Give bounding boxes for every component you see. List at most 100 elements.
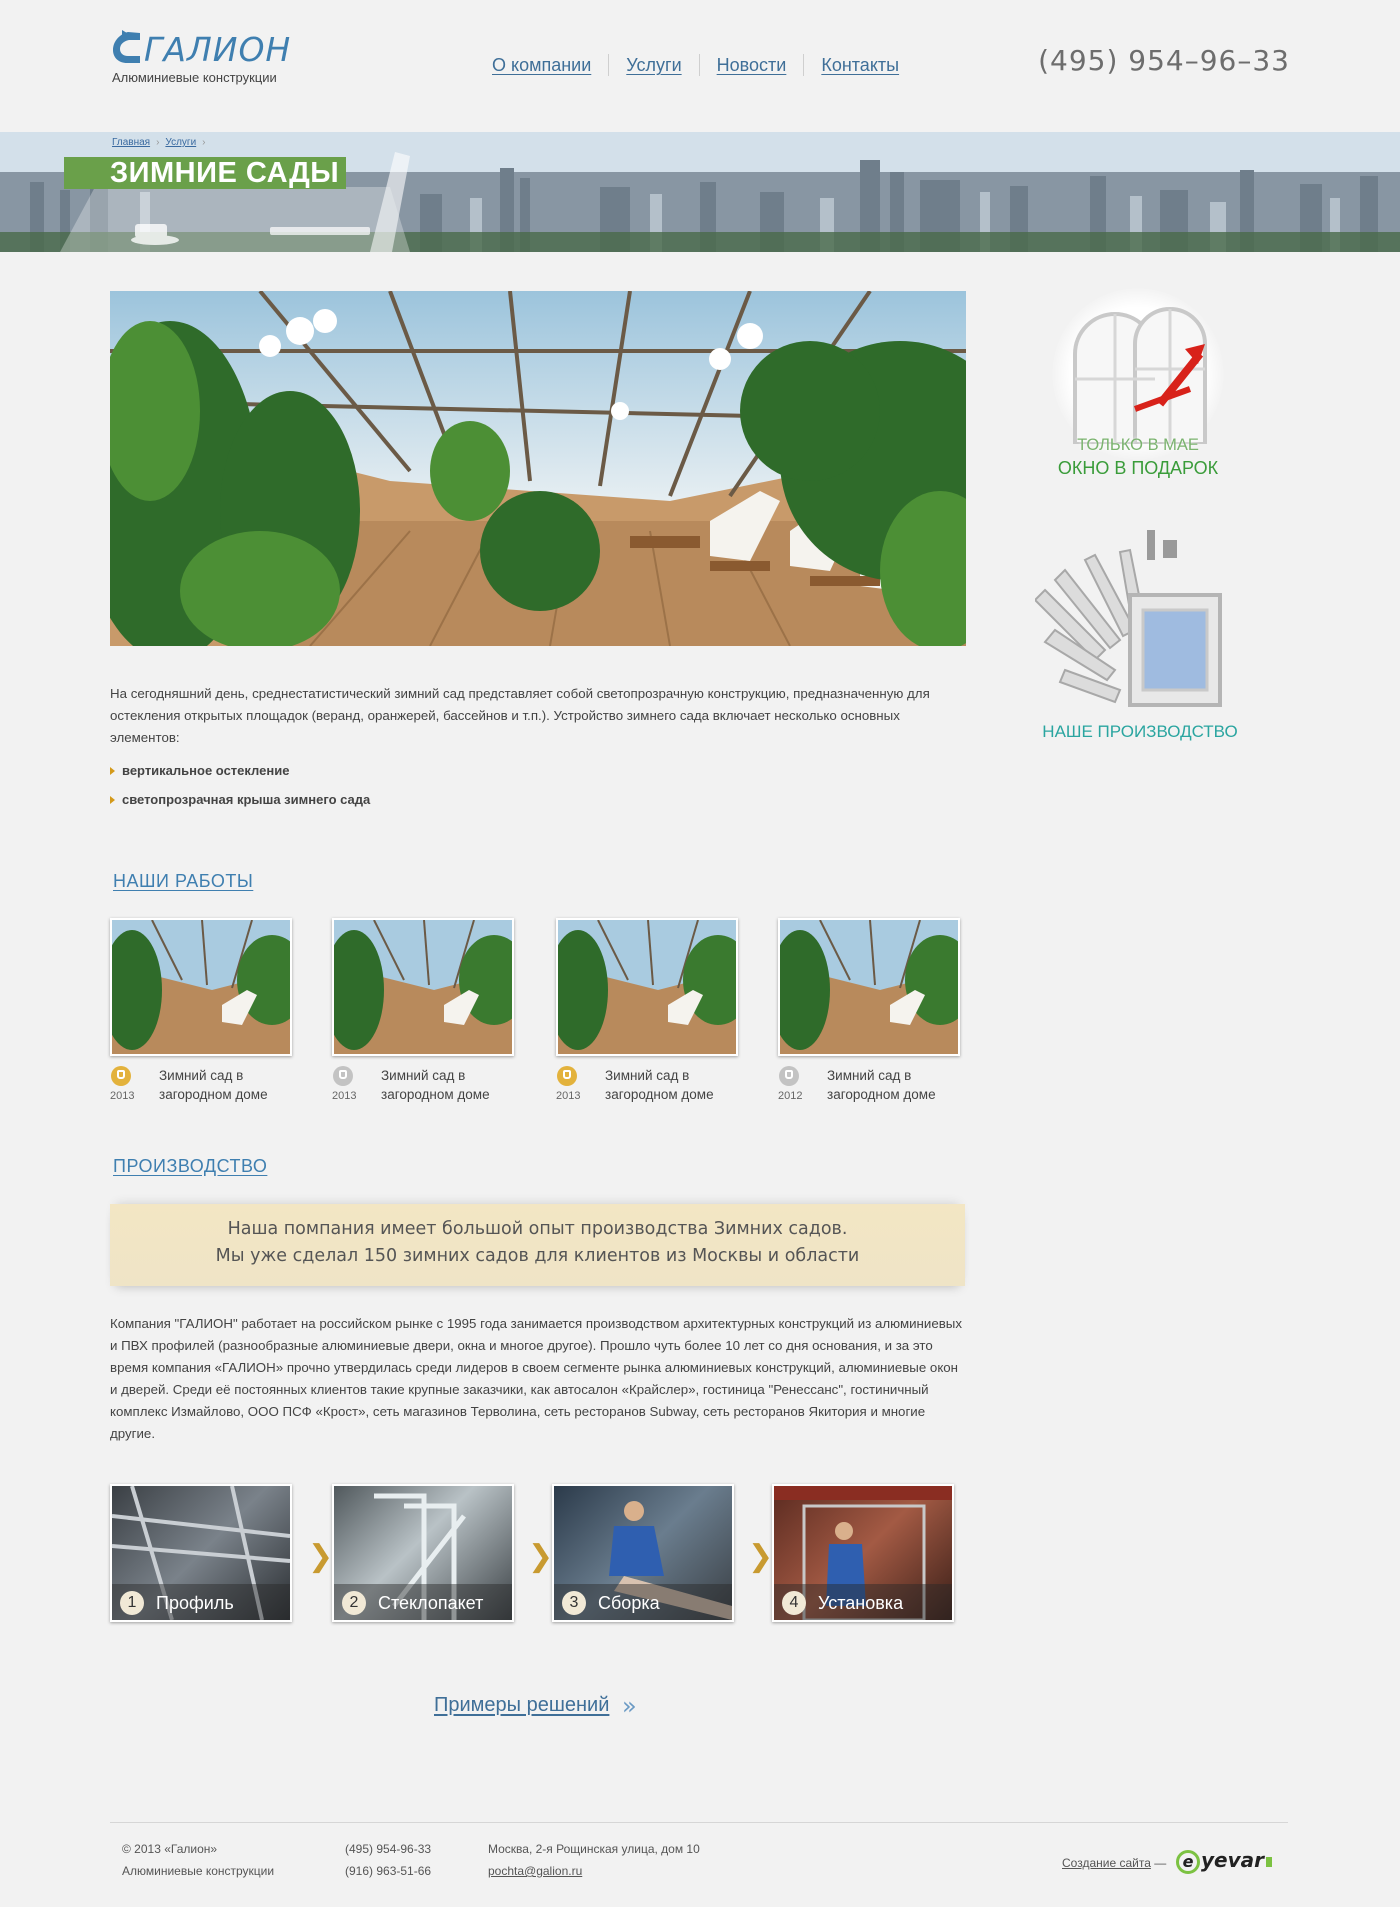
promo-subtitle: ТОЛЬКО В МАЕ <box>1077 436 1199 454</box>
about-company-text: Компания "ГАЛИОН" работает на российском… <box>110 1316 962 1441</box>
work-thumbnail-image <box>334 920 512 1054</box>
footer-phone: (495) 954-96-33 <box>345 1842 432 1856</box>
work-meta: 2013 Зимний сад в загородном доме <box>110 1064 292 1108</box>
bullet-arrow-icon <box>110 766 115 775</box>
step-caption: 3 Сборка <box>554 1584 732 1620</box>
eye-logo-icon: e <box>1176 1849 1200 1874</box>
step-arrow-icon: ❯ <box>528 1539 554 1574</box>
window-profiles-image <box>1035 530 1222 707</box>
thumbs-up-icon[interactable] <box>557 1066 577 1086</box>
promo-title: ОКНО В ПОДАРОК <box>1057 458 1219 478</box>
work-meta: 2012 Зимний сад в загородном доме <box>778 1064 960 1108</box>
nav-news[interactable]: Новости <box>698 54 804 76</box>
site-credit: Создание сайта — <box>1062 1856 1166 1870</box>
production-steps: 1 Профиль ❯ 2 Стеклопакет ❯ 3 Сборка ❯ 4… <box>110 1484 970 1624</box>
breadcrumb-services[interactable]: Услуги <box>165 137 196 148</box>
step-caption: 2 Стеклопакет <box>334 1584 512 1620</box>
step-number: 1 <box>120 1591 144 1615</box>
step-number: 3 <box>562 1591 586 1615</box>
work-thumbnail-image <box>780 920 958 1054</box>
work-year: 2012 <box>778 1090 803 1102</box>
quote-line: Наша помпания имеет большой опыт произво… <box>227 1219 848 1239</box>
intro-text: На сегодняшний день, среднестатистически… <box>110 686 930 745</box>
works-heading[interactable]: НАШИ РАБОТЫ <box>113 871 253 892</box>
header-phone: (495) 954–96–33 <box>1038 44 1290 77</box>
step-label: Сборка <box>598 1593 660 1613</box>
footer-divider <box>110 1822 1288 1823</box>
production-heading[interactable]: ПРОИЗВОДСТВО <box>113 1156 267 1177</box>
step-number: 4 <box>782 1591 806 1615</box>
step-arrow-icon: ❯ <box>308 1539 334 1574</box>
work-title[interactable]: Зимний сад в загородном доме <box>605 1066 735 1104</box>
nav-contacts[interactable]: Контакты <box>803 54 916 76</box>
promo-production[interactable]: НАШЕ ПРОИЗВОДСТВО <box>1030 530 1250 745</box>
examples-link[interactable]: Примеры решений <box>434 1694 609 1717</box>
thumbs-up-icon[interactable] <box>779 1066 799 1086</box>
site-header: ГАЛИОН Алюминиевые конструкции О компани… <box>0 0 1400 132</box>
feature-list: вертикальное остекление светопрозрачная … <box>110 756 370 814</box>
step-card[interactable]: 2 Стеклопакет <box>332 1484 514 1622</box>
work-meta: 2013 Зимний сад в загородном доме <box>556 1064 738 1108</box>
nav-about[interactable]: О компании <box>482 54 608 76</box>
studio-logo[interactable]: e yevar <box>1176 1848 1272 1874</box>
step-label: Профиль <box>156 1593 234 1613</box>
page-title: ЗИМНИЕ САДЫ <box>110 157 340 189</box>
work-card[interactable]: 2013 Зимний сад в загородном доме <box>556 918 738 1108</box>
work-card[interactable]: 2012 Зимний сад в загородном доме <box>778 918 960 1108</box>
credit-link[interactable]: Создание сайта <box>1062 1856 1151 1870</box>
logo-dot-icon <box>1266 1856 1272 1867</box>
breadcrumb-separator: › <box>202 137 206 148</box>
step-label: Стеклопакет <box>378 1593 484 1613</box>
arched-window-gift-image <box>1073 307 1207 444</box>
work-card[interactable]: 2013 Зимний сад в загородном доме <box>110 918 292 1108</box>
site-footer: © 2013 «Галион» Алюминиевые конструкции … <box>0 1838 1400 1898</box>
main-nav: О компании Услуги Новости Контакты <box>482 54 916 76</box>
step-arrow-icon: ❯ <box>748 1539 774 1574</box>
company-description: Алюминиевые конструкции <box>122 1864 275 1878</box>
breadcrumb-separator: › <box>156 137 160 148</box>
work-year: 2013 <box>110 1090 135 1102</box>
thumbs-up-icon[interactable] <box>111 1066 131 1086</box>
thumbs-up-icon[interactable] <box>333 1066 353 1086</box>
work-year: 2013 <box>332 1090 357 1102</box>
list-item-text: вертикальное остекление <box>122 763 290 778</box>
sail-logo-icon <box>113 30 140 63</box>
production-link[interactable]: НАШЕ ПРОИЗВОДСТВО <box>1030 722 1250 742</box>
work-title[interactable]: Зимний сад в загородном доме <box>381 1066 511 1104</box>
work-thumbnail[interactable] <box>556 918 738 1056</box>
winter-garden-image <box>110 291 966 646</box>
promo-window-gift[interactable]: ТОЛЬКО В МАЕ ОКНО В ПОДАРОК <box>1040 288 1236 488</box>
list-item: вертикальное остекление <box>110 756 370 785</box>
work-thumbnail[interactable] <box>778 918 960 1056</box>
credit-dash: — <box>1154 1856 1167 1870</box>
step-card[interactable]: 3 Сборка <box>552 1484 734 1622</box>
copyright-text: © 2013 «Галион» <box>122 1842 218 1856</box>
work-title[interactable]: Зимний сад в загородном доме <box>159 1066 289 1104</box>
work-meta: 2013 Зимний сад в загородном доме <box>332 1064 514 1108</box>
double-chevron-right-icon[interactable]: » <box>622 1692 637 1720</box>
logo-subtitle: Алюминиевые конструкции <box>112 70 277 85</box>
step-caption: 4 Установка <box>774 1584 952 1620</box>
breadcrumb-home[interactable]: Главная <box>112 137 150 148</box>
footer-phone: (916) 963-51-66 <box>345 1864 432 1878</box>
experience-quote: Наша помпания имеет большой опыт произво… <box>110 1204 965 1286</box>
step-label: Установка <box>818 1593 904 1613</box>
step-number: 2 <box>342 1591 366 1615</box>
step-card[interactable]: 4 Установка <box>772 1484 954 1622</box>
footer-copyright: © 2013 «Галион» Алюминиевые конструкции <box>122 1838 274 1882</box>
step-caption: 1 Профиль <box>112 1584 290 1620</box>
studio-name: yevar <box>1201 1848 1264 1872</box>
work-card[interactable]: 2013 Зимний сад в загородном доме <box>332 918 514 1108</box>
works-gallery: 2013 Зимний сад в загородном доме 2013 З… <box>110 918 970 1108</box>
nav-services[interactable]: Услуги <box>608 54 698 76</box>
footer-address: Москва, 2-я Рощинская улица, дом 10 <box>488 1842 700 1856</box>
work-thumbnail[interactable] <box>332 918 514 1056</box>
footer-contacts: Москва, 2-я Рощинская улица, дом 10 poch… <box>488 1838 700 1882</box>
footer-email-link[interactable]: pochta@galion.ru <box>488 1864 582 1878</box>
winter-garden-photo <box>110 291 966 646</box>
work-title[interactable]: Зимний сад в загородном доме <box>827 1066 957 1104</box>
step-card[interactable]: 1 Профиль <box>110 1484 292 1622</box>
work-thumbnail[interactable] <box>110 918 292 1056</box>
city-banner <box>0 132 1400 252</box>
bullet-arrow-icon <box>110 795 115 804</box>
